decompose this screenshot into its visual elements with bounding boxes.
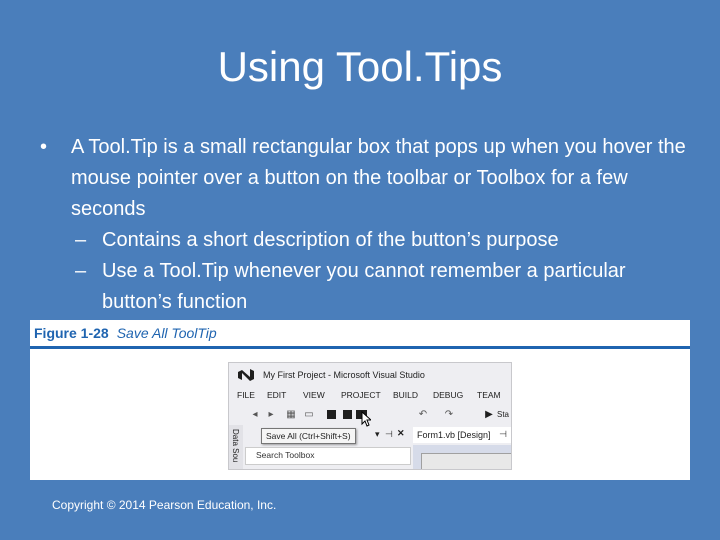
menu-item-project[interactable]: PROJECT <box>341 390 381 400</box>
save-all-icon[interactable] <box>341 407 353 421</box>
form-window[interactable] <box>421 453 511 469</box>
sub-bullet-item: – Use a Tool.Tip whenever you cannot rem… <box>40 256 690 318</box>
doc-tab-label: Form1.vb [Design] <box>417 430 491 440</box>
menu-item-debug[interactable]: DEBUG <box>433 390 463 400</box>
visual-studio-logo-icon <box>238 369 254 381</box>
start-label[interactable]: Sta <box>495 407 511 421</box>
designer-surface <box>413 445 511 469</box>
sub-bullet-text: Use a Tool.Tip whenever you cannot remem… <box>102 260 626 313</box>
vs-window-screenshot: My First Project - Microsoft Visual Stud… <box>228 362 512 470</box>
sub-bullet-marker: – <box>75 260 87 282</box>
figure-caption: Figure 1-28 Save All ToolTip <box>34 324 217 342</box>
pin-icon[interactable]: ⊣ <box>499 429 507 440</box>
figure-name: Save All ToolTip <box>116 325 217 341</box>
mouse-pointer-icon <box>361 411 371 427</box>
sub-bullet-text: Contains a short description of the butt… <box>102 229 559 251</box>
copyright: Copyright © 2014 Pearson Education, Inc. <box>52 498 277 512</box>
sub-bullet-marker: – <box>75 229 87 251</box>
bullet-list: • A Tool.Tip is a small rectangular box … <box>40 132 690 318</box>
menu-item-edit[interactable]: EDIT <box>267 390 286 400</box>
toolbox-search[interactable]: Search Toolbox <box>245 447 411 465</box>
doc-tab[interactable]: Form1.vb [Design] ⊣ <box>413 427 511 443</box>
undo-icon[interactable]: ↶ <box>417 407 429 421</box>
vs-window-title: My First Project - Microsoft Visual Stud… <box>263 370 425 380</box>
bullet-marker: • <box>40 136 48 158</box>
menu-item-build[interactable]: BUILD <box>393 390 418 400</box>
vs-title-bar: My First Project - Microsoft Visual Stud… <box>229 363 511 387</box>
menu-item-view[interactable]: VIEW <box>303 390 325 400</box>
side-tab-label: Data Sou <box>231 429 240 463</box>
figure-rule <box>30 346 690 349</box>
toolbox-search-placeholder: Search Toolbox <box>256 450 315 460</box>
slide-title: Using Tool.Tips <box>217 43 503 90</box>
vs-side-tab[interactable]: Data Sou <box>229 425 243 469</box>
open-file-icon[interactable]: ▭ <box>303 407 315 421</box>
redo-icon[interactable]: ↷ <box>443 407 455 421</box>
new-project-icon[interactable]: ▦ <box>285 407 297 421</box>
tooltip: Save All (Ctrl+Shift+S) <box>261 428 356 444</box>
pin-icon[interactable]: ⊣ <box>385 429 393 440</box>
forward-icon[interactable]: ▸ <box>265 407 277 421</box>
menu-item-team[interactable]: TEAM <box>477 390 501 400</box>
close-icon[interactable]: ✕ <box>397 428 405 439</box>
figure-number: Figure 1-28 <box>34 325 109 341</box>
bullet-text: A Tool.Tip is a small rectangular box th… <box>71 136 686 220</box>
figure-panel: Figure 1-28 Save All ToolTip My First Pro… <box>30 320 690 480</box>
panel-controls: ▾ ⊣ ✕ <box>369 428 409 442</box>
start-icon[interactable]: ▶ <box>483 407 495 421</box>
menu-item-file[interactable]: FILE <box>237 390 255 400</box>
sub-bullet-item: – Contains a short description of the bu… <box>40 225 690 256</box>
back-icon[interactable]: ◂ <box>249 407 261 421</box>
save-icon[interactable] <box>325 407 337 421</box>
bullet-item: • A Tool.Tip is a small rectangular box … <box>40 132 690 225</box>
vs-menu-bar: FILE EDIT VIEW PROJECT BUILD DEBUG TEAM <box>229 390 511 404</box>
dropdown-icon[interactable]: ▾ <box>375 429 380 440</box>
